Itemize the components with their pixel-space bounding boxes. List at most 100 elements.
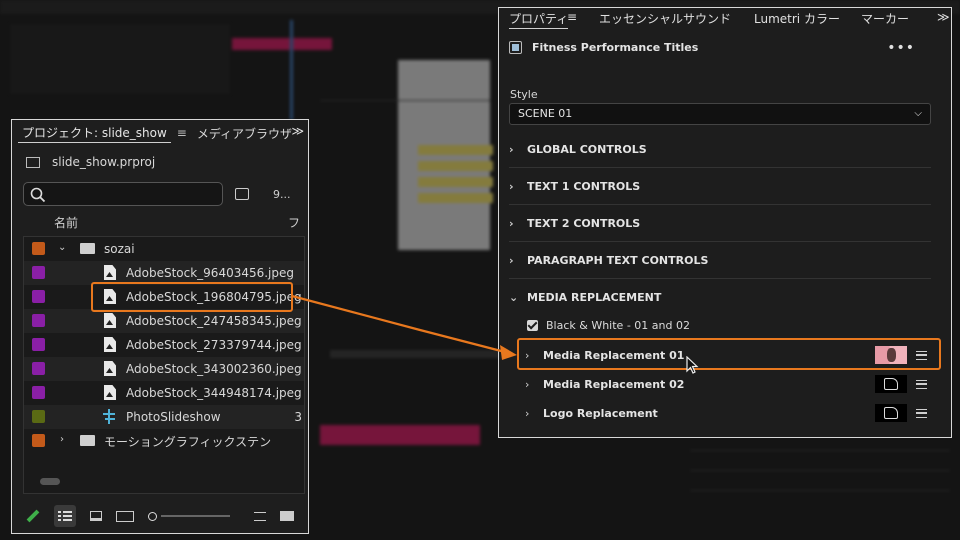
section-global-controls[interactable]: › GLOBAL CONTROLS <box>509 131 931 168</box>
list-item[interactable]: AdobeStock_344948174.jpeg <box>24 381 304 405</box>
column-name-label: 名前 <box>54 216 79 230</box>
list-item[interactable]: AdobeStock_273379744.jpeg <box>24 333 304 357</box>
overflow-icon[interactable]: ≫ <box>291 124 304 138</box>
media-placeholder-thumbnail[interactable] <box>875 375 907 393</box>
label-color-swatch[interactable] <box>32 242 45 255</box>
list-view-icon <box>57 511 72 521</box>
item-label: AdobeStock_273379744.jpeg <box>126 338 302 352</box>
folder-up-icon[interactable] <box>26 156 40 168</box>
panel-menu-icon[interactable]: ≡ <box>177 126 187 140</box>
chevron-right-icon: › <box>525 406 530 420</box>
list-item[interactable]: › モーショングラフィックステン <box>24 429 304 453</box>
highlight-frame-target <box>517 338 941 370</box>
tab-properties[interactable]: プロパティ <box>509 10 569 29</box>
search-row: 9... <box>23 182 308 206</box>
label-color-swatch[interactable] <box>32 266 45 279</box>
chevron-right-icon: › <box>509 179 514 193</box>
new-search-bin-icon[interactable] <box>235 188 249 200</box>
folder-icon <box>80 243 95 254</box>
list-item[interactable]: AdobeStock_343002360.jpeg <box>24 357 304 381</box>
hamburger-menu-icon[interactable] <box>916 379 927 389</box>
label-color-swatch[interactable] <box>32 362 45 375</box>
tab-lumetri-color[interactable]: Lumetri カラー <box>754 10 840 27</box>
zoom-slider-knob[interactable] <box>147 511 157 521</box>
drop-hand-icon <box>884 378 898 390</box>
media-row-label: Media Replacement 02 <box>543 377 685 391</box>
item-extra-value: 3 <box>294 410 302 424</box>
label-color-swatch[interactable] <box>32 434 45 447</box>
label-color-swatch[interactable] <box>32 290 45 303</box>
style-label: Style <box>510 88 538 101</box>
project-footer-toolbar <box>12 499 308 533</box>
tab-project[interactable]: プロジェクト: slide_show <box>18 123 171 143</box>
list-item[interactable]: PhotoSlideshow 3 <box>24 405 304 429</box>
style-dropdown[interactable]: SCENE 01 ⌵ <box>509 103 931 125</box>
chevron-down-icon[interactable]: ⌄ <box>58 242 66 253</box>
label-color-swatch[interactable] <box>32 314 45 327</box>
media-row-label: Logo Replacement <box>543 406 658 420</box>
item-label: AdobeStock_247458345.jpeg <box>126 314 302 328</box>
graphics-clip-icon <box>509 41 522 54</box>
hamburger-menu-icon[interactable] <box>916 408 927 418</box>
folder-icon <box>80 435 95 446</box>
image-file-icon <box>104 361 116 376</box>
chevron-right-icon: › <box>509 253 514 267</box>
sequence-icon <box>103 409 117 424</box>
properties-panel: プロパティ ≡ エッセンシャルサウンド Lumetri カラー マーカー ≫ F… <box>498 7 952 438</box>
tab-essential-sound[interactable]: エッセンシャルサウンド <box>599 10 731 27</box>
chevron-right-icon: › <box>509 216 514 230</box>
section-label: MEDIA REPLACEMENT <box>527 291 662 304</box>
pencil-icon[interactable] <box>26 509 40 523</box>
section-text-2-controls[interactable]: › TEXT 2 CONTROLS <box>509 205 931 242</box>
automate-to-sequence-icon[interactable] <box>280 511 294 521</box>
list-item[interactable]: ⌄ sozai <box>24 237 304 261</box>
item-label: AdobeStock_343002360.jpeg <box>126 362 302 376</box>
logo-replacement-row[interactable]: › Logo Replacement <box>525 400 931 426</box>
freeform-view-button[interactable] <box>115 510 134 522</box>
section-label: TEXT 2 CONTROLS <box>527 216 641 230</box>
item-label: AdobeStock_96403456.jpeg <box>126 266 295 280</box>
highlight-frame-source <box>91 282 293 312</box>
search-input[interactable] <box>23 182 223 206</box>
black-white-checkbox-row[interactable]: Black & White - 01 and 02 <box>527 319 690 332</box>
section-media-replacement[interactable]: ⌄ MEDIA REPLACEMENT <box>509 279 931 316</box>
clip-title: Fitness Performance Titles <box>532 41 699 54</box>
chevron-down-icon: ⌄ <box>509 291 519 304</box>
section-paragraph-text-controls[interactable]: › PARAGRAPH TEXT CONTROLS <box>509 242 931 279</box>
tab-markers[interactable]: マーカー <box>861 10 909 27</box>
project-file-name: slide_show.prproj <box>52 155 156 169</box>
image-file-icon <box>104 337 116 352</box>
list-item[interactable]: AdobeStock_247458345.jpeg <box>24 309 304 333</box>
item-label: sozai <box>104 242 135 256</box>
horizontal-scrollbar[interactable] <box>40 478 60 485</box>
image-file-icon <box>104 313 116 328</box>
image-file-icon <box>104 385 116 400</box>
black-white-checkbox[interactable] <box>527 320 538 331</box>
list-view-button[interactable] <box>53 505 76 527</box>
media-placeholder-thumbnail[interactable] <box>875 404 907 422</box>
chevron-right-icon: › <box>525 377 530 391</box>
search-icon <box>30 187 46 203</box>
tab-media-browser[interactable]: メディアブラウザ <box>197 125 293 142</box>
zoom-slider[interactable] <box>160 515 231 517</box>
column-header-name[interactable]: 名前 フ <box>12 210 308 236</box>
chevron-down-icon: ⌵ <box>914 108 922 119</box>
section-text-1-controls[interactable]: › TEXT 1 CONTROLS <box>509 168 931 205</box>
item-count: 9... <box>273 187 291 201</box>
section-label: PARAGRAPH TEXT CONTROLS <box>527 253 709 267</box>
icon-view-button[interactable] <box>89 511 102 521</box>
label-color-swatch[interactable] <box>32 386 45 399</box>
style-selected-value: SCENE 01 <box>518 107 573 120</box>
label-color-swatch[interactable] <box>32 410 45 423</box>
panel-menu-icon[interactable]: ≡ <box>567 10 577 24</box>
chevron-right-icon[interactable]: › <box>60 434 64 445</box>
media-replacement-02-row[interactable]: › Media Replacement 02 <box>525 371 931 397</box>
section-label: TEXT 1 CONTROLS <box>527 179 641 193</box>
item-label: モーショングラフィックステン <box>104 434 272 449</box>
label-color-swatch[interactable] <box>32 338 45 351</box>
overflow-icon[interactable]: ≫ <box>937 10 950 24</box>
properties-title-row: Fitness Performance Titles <box>509 41 698 54</box>
sort-icon[interactable] <box>254 511 267 521</box>
project-item-list: ⌄ sozai AdobeStock_96403456.jpeg AdobeSt… <box>23 236 305 494</box>
more-options-icon[interactable]: ••• <box>887 40 915 56</box>
